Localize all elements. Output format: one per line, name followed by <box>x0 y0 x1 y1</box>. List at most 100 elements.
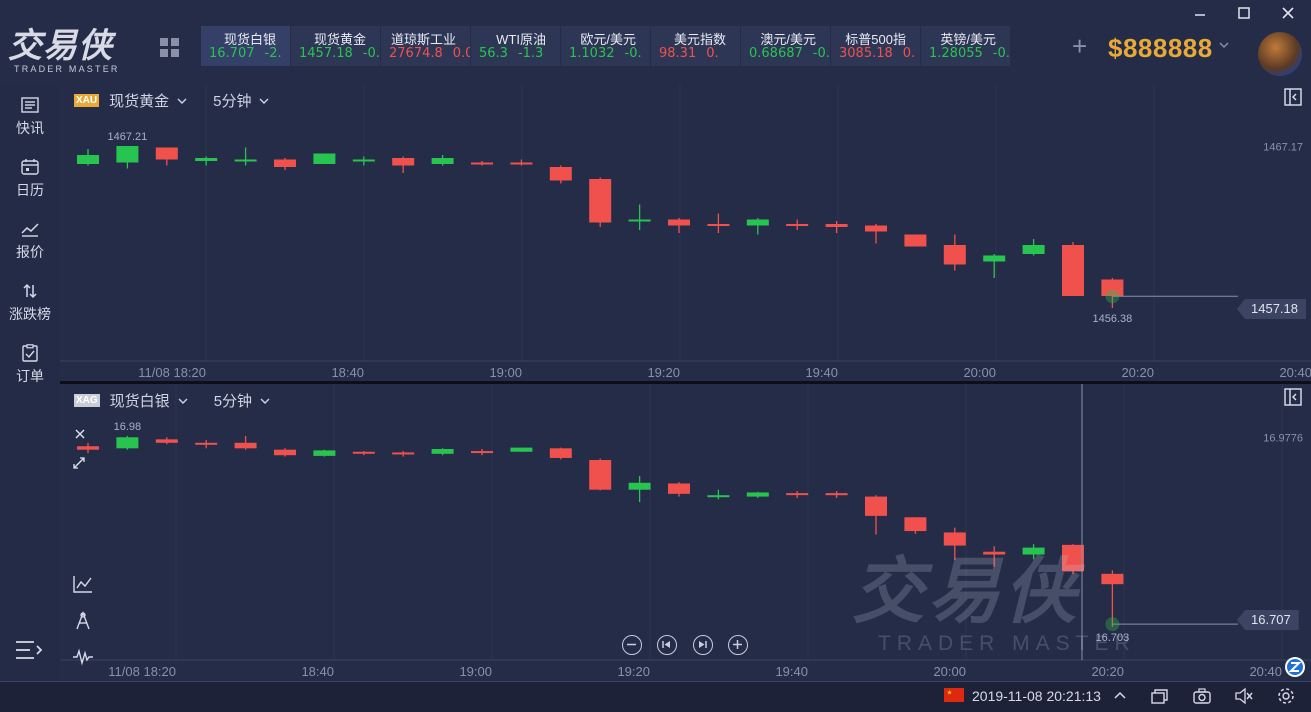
x-axis-tick-label: 19:40 <box>805 365 838 380</box>
symbol-dropdown-icon[interactable] <box>177 97 187 105</box>
ticker-item[interactable]: 美元指数 98.31 0. <box>651 26 740 66</box>
ticker-change: -0. <box>624 46 642 61</box>
candle-body <box>352 451 375 454</box>
candle-body <box>628 219 651 222</box>
ticker-values: 3085.18 0. <box>839 46 915 61</box>
sidebar-item-label: 日历 <box>16 182 44 198</box>
ticker-item[interactable]: 英镑/美元1.28055-0.05% <box>921 26 1010 66</box>
gold-candlestick-chart[interactable]: 11/08 18:20 18:40 19:00 19:20 19:40 20:00 20:2… <box>60 84 1311 381</box>
maximize-icon[interactable] <box>1234 3 1254 23</box>
candle-body <box>865 496 887 516</box>
ticker-change: -0.05% <box>992 46 1010 61</box>
sidebar-item-news[interactable]: 快讯 <box>0 96 60 154</box>
gold-timeframe[interactable]: 5分钟 <box>213 90 251 111</box>
candle-body <box>431 449 454 454</box>
candle-body <box>471 162 493 165</box>
ticker-change: -0.4 <box>812 46 830 61</box>
camera-icon[interactable] <box>1192 687 1212 705</box>
x-axis-tick-label: 19:40 <box>775 664 808 679</box>
jump-to-start-button[interactable] <box>657 635 677 655</box>
ticker-item[interactable]: 欧元/美元 1.1032 -0. <box>561 26 650 66</box>
x-axis-tick-label: 20:20 <box>1091 664 1124 679</box>
candle-body <box>274 159 296 167</box>
timeframe-dropdown-icon[interactable] <box>259 97 269 105</box>
symbol-dropdown-icon[interactable] <box>178 397 188 405</box>
drawing-tool-icon[interactable] <box>74 611 92 631</box>
candle-body <box>155 147 178 160</box>
gold-symbol-name[interactable]: 现货黄金 <box>109 90 169 111</box>
candle-body <box>904 517 927 532</box>
candle-body <box>116 437 139 449</box>
candle-body <box>825 493 848 496</box>
gold-chart-pane[interactable]: 11/08 18:20 18:40 19:00 19:20 19:40 20:00 20:2… <box>60 84 1311 381</box>
x-axis-tick-label: 19:20 <box>617 664 650 679</box>
order-icon <box>22 344 38 362</box>
mute-speaker-icon[interactable] <box>1234 687 1254 705</box>
settings-gear-icon[interactable] <box>1276 687 1296 705</box>
low-price-label: 1456.38 <box>1093 313 1133 325</box>
ticker-item[interactable]: 澳元/美元0.68687-0.4 <box>741 26 830 66</box>
silver-symbol-badge: XAG <box>74 394 100 407</box>
candle-body <box>549 167 572 181</box>
candle-body <box>392 158 415 166</box>
silver-timeframe[interactable]: 5分钟 <box>214 390 252 411</box>
candle-body <box>668 219 690 226</box>
gold-last-price-tag: 1457.18 <box>1237 299 1306 319</box>
y-axis-tick-label: 16.9776 <box>1263 433 1303 445</box>
add-icon[interactable]: + <box>1072 31 1087 62</box>
apps-grid-icon[interactable] <box>160 38 180 58</box>
ticker-price: 1.28055 <box>929 46 983 61</box>
ticker-values: 1.1032 -0. <box>569 46 642 61</box>
expand-pane-icon[interactable] <box>72 456 86 470</box>
ticker-item[interactable]: 现货黄金1457.18-0.7 <box>291 26 380 66</box>
x-axis-tick-label: 20:00 <box>933 664 966 679</box>
jump-to-end-button[interactable] <box>693 635 713 655</box>
user-avatar[interactable] <box>1258 32 1302 76</box>
high-price-label: 16.98 <box>114 421 142 433</box>
ticker-item[interactable]: WTI原油 56.3 -1.3 <box>471 26 560 66</box>
candle-body <box>943 245 966 265</box>
account-balance[interactable]: $888888 <box>1108 33 1213 64</box>
ticker-item[interactable]: 现货白银 16.707 -2. <box>201 26 290 66</box>
candle-body <box>510 447 533 452</box>
candle-body <box>392 452 415 455</box>
close-icon[interactable] <box>1278 3 1298 23</box>
sidebar-item-label: 快讯 <box>16 120 44 136</box>
chart-settings-panel-icon[interactable] <box>1284 88 1302 106</box>
timeframe-dropdown-icon[interactable] <box>260 397 270 405</box>
helper-badge-icon[interactable] <box>1284 656 1306 678</box>
zoom-in-button[interactable] <box>728 635 748 655</box>
balance-dropdown-icon[interactable] <box>1219 40 1229 50</box>
candle-body <box>195 442 218 445</box>
minimize-icon[interactable] <box>1190 3 1210 23</box>
chevron-up-icon[interactable] <box>1110 687 1130 705</box>
waveform-icon[interactable] <box>72 648 94 666</box>
ticker-price: 98.31 <box>659 46 697 61</box>
ticker-change: -0.7 <box>362 46 380 61</box>
candle-body <box>471 451 493 454</box>
quote-chart-icon <box>21 223 39 237</box>
zoom-out-button[interactable] <box>622 635 642 655</box>
candle-body <box>234 442 257 449</box>
candle-body <box>313 153 336 164</box>
sidebar-collapse-menu-icon[interactable] <box>14 638 44 662</box>
x-axis-tick-label: 18:40 <box>331 365 364 380</box>
x-axis-tick-label: 20:40 <box>1249 664 1282 679</box>
windows-icon[interactable] <box>1150 687 1170 705</box>
sidebar-item-label: 订单 <box>16 368 44 384</box>
ticker-item[interactable]: 标普500指 3085.18 0. <box>831 26 920 66</box>
chart-settings-panel-icon[interactable] <box>1284 388 1302 406</box>
last-price-glow <box>1105 289 1120 304</box>
sidebar-item-calendar[interactable]: 日历 <box>0 158 60 216</box>
close-pane-icon[interactable] <box>74 428 86 440</box>
sidebar-item-movers[interactable]: 涨跌榜 <box>0 282 60 340</box>
ticker-item[interactable]: 道琼斯工业 27674.8 0.0 <box>381 26 470 66</box>
sidebar-item-orders[interactable]: 订单 <box>0 344 60 402</box>
indicators-icon[interactable] <box>72 574 94 594</box>
candle-body <box>1062 245 1084 296</box>
status-datetime: 2019-11-08 20:21:13 <box>972 688 1101 704</box>
candle-body <box>589 460 612 490</box>
silver-symbol-name[interactable]: 现货白银 <box>110 390 170 411</box>
sidebar-item-quotes[interactable]: 报价 <box>0 220 60 278</box>
x-axis-tick-label: 20:40 <box>1279 365 1311 380</box>
